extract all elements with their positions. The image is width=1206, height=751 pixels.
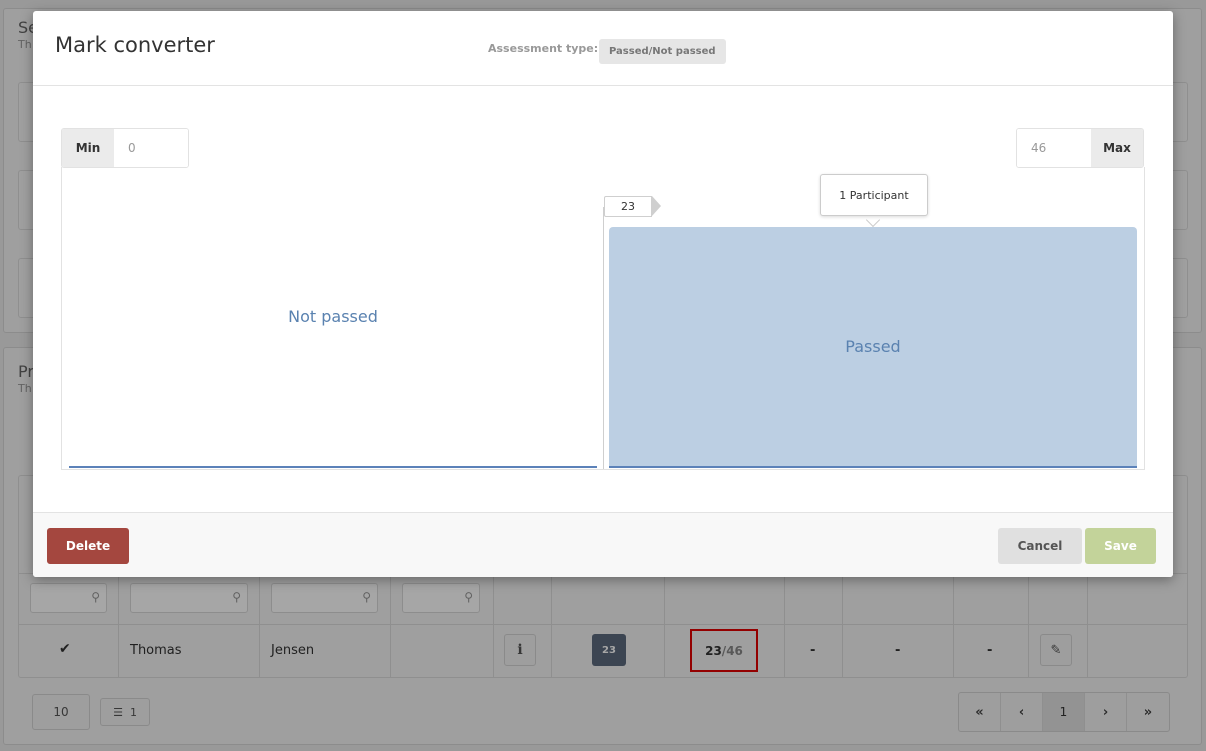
delete-button[interactable]: Delete [47,528,129,564]
mark-converter-modal: Mark converter Assessment type: Passed/N… [33,11,1173,577]
save-button[interactable]: Save [1085,528,1156,564]
threshold-arrow-icon [652,196,661,216]
passed-zone[interactable]: Passed [609,227,1137,468]
max-range-group: Max [1016,128,1144,168]
passed-label: Passed [845,337,901,356]
not-passed-label: Not passed [288,307,378,326]
max-label: Max [1091,129,1143,167]
not-passed-zone[interactable]: Not passed [69,167,597,468]
min-range-group: Min [61,128,189,168]
cancel-button[interactable]: Cancel [998,528,1082,564]
min-input[interactable] [114,129,188,167]
min-label: Min [62,129,114,167]
assessment-type-label: Assessment type: [488,42,599,55]
assessment-type-badge: Passed/Not passed [599,39,726,64]
max-input[interactable] [1017,129,1091,167]
threshold-divider[interactable] [603,207,604,469]
modal-header: Mark converter Assessment type: Passed/N… [33,11,1173,86]
modal-footer: Delete Cancel Save [33,512,1173,577]
mark-range-chart: Not passed 23 Passed 1 Participant [61,167,1145,470]
participant-tooltip: 1 Participant [820,174,928,216]
threshold-handle[interactable]: 23 [604,196,652,217]
modal-title: Mark converter [55,33,215,57]
